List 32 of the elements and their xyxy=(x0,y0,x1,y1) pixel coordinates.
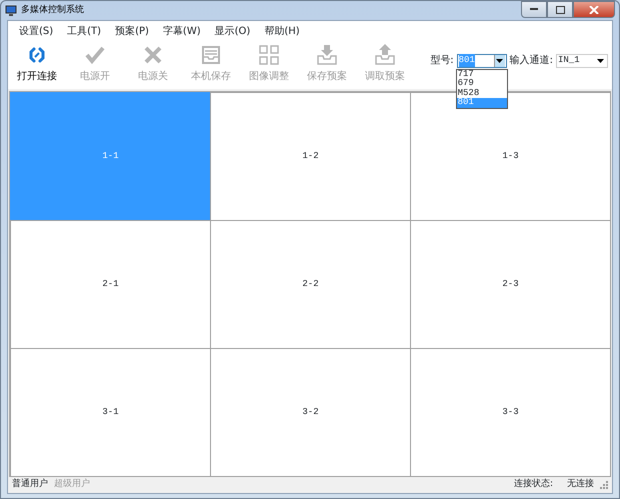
upload-icon xyxy=(373,43,397,67)
channel-dropdown[interactable]: IN_1 xyxy=(556,54,608,68)
grid-cell[interactable]: 1-2 xyxy=(210,92,411,221)
toolbar-button[interactable]: 打开连接 xyxy=(8,43,66,84)
tray-icon xyxy=(199,43,223,67)
grid-cell[interactable]: 3-3 xyxy=(410,348,611,477)
menu-item[interactable]: 帮助(H) xyxy=(257,24,307,38)
resize-grip-icon xyxy=(600,481,608,489)
dropdown-option[interactable]: 679 xyxy=(456,79,507,88)
grid-cell[interactable]: 3-1 xyxy=(10,348,211,477)
maximize-icon xyxy=(556,6,564,14)
connection-label: 连接状态: xyxy=(514,478,553,492)
download-icon xyxy=(315,43,339,67)
app-icon xyxy=(5,4,17,16)
dropdown-option[interactable]: 717 xyxy=(456,70,507,79)
connection-status: 无连接 xyxy=(567,478,594,492)
close-icon xyxy=(589,6,599,14)
menu-item[interactable]: 字幕(W) xyxy=(156,24,208,38)
window-title: 多媒体控制系统 xyxy=(21,4,84,17)
channel-label: 输入通道: xyxy=(510,54,553,68)
grid-cell[interactable]: 2-1 xyxy=(10,220,211,349)
menu-item[interactable]: 设置(S) xyxy=(12,24,60,38)
minimize-button[interactable] xyxy=(521,1,547,18)
user-mode[interactable]: 普通用户 xyxy=(12,478,48,492)
minimize-icon xyxy=(530,8,538,11)
maximize-button[interactable] xyxy=(547,1,573,18)
menu-item[interactable]: 预案(P) xyxy=(108,24,156,38)
menu-item[interactable]: 显示(O) xyxy=(208,24,258,38)
close-button[interactable] xyxy=(573,1,615,18)
grid-icon xyxy=(257,43,281,67)
menu-item[interactable]: 工具(T) xyxy=(60,24,108,38)
model-label: 型号: xyxy=(430,54,454,68)
